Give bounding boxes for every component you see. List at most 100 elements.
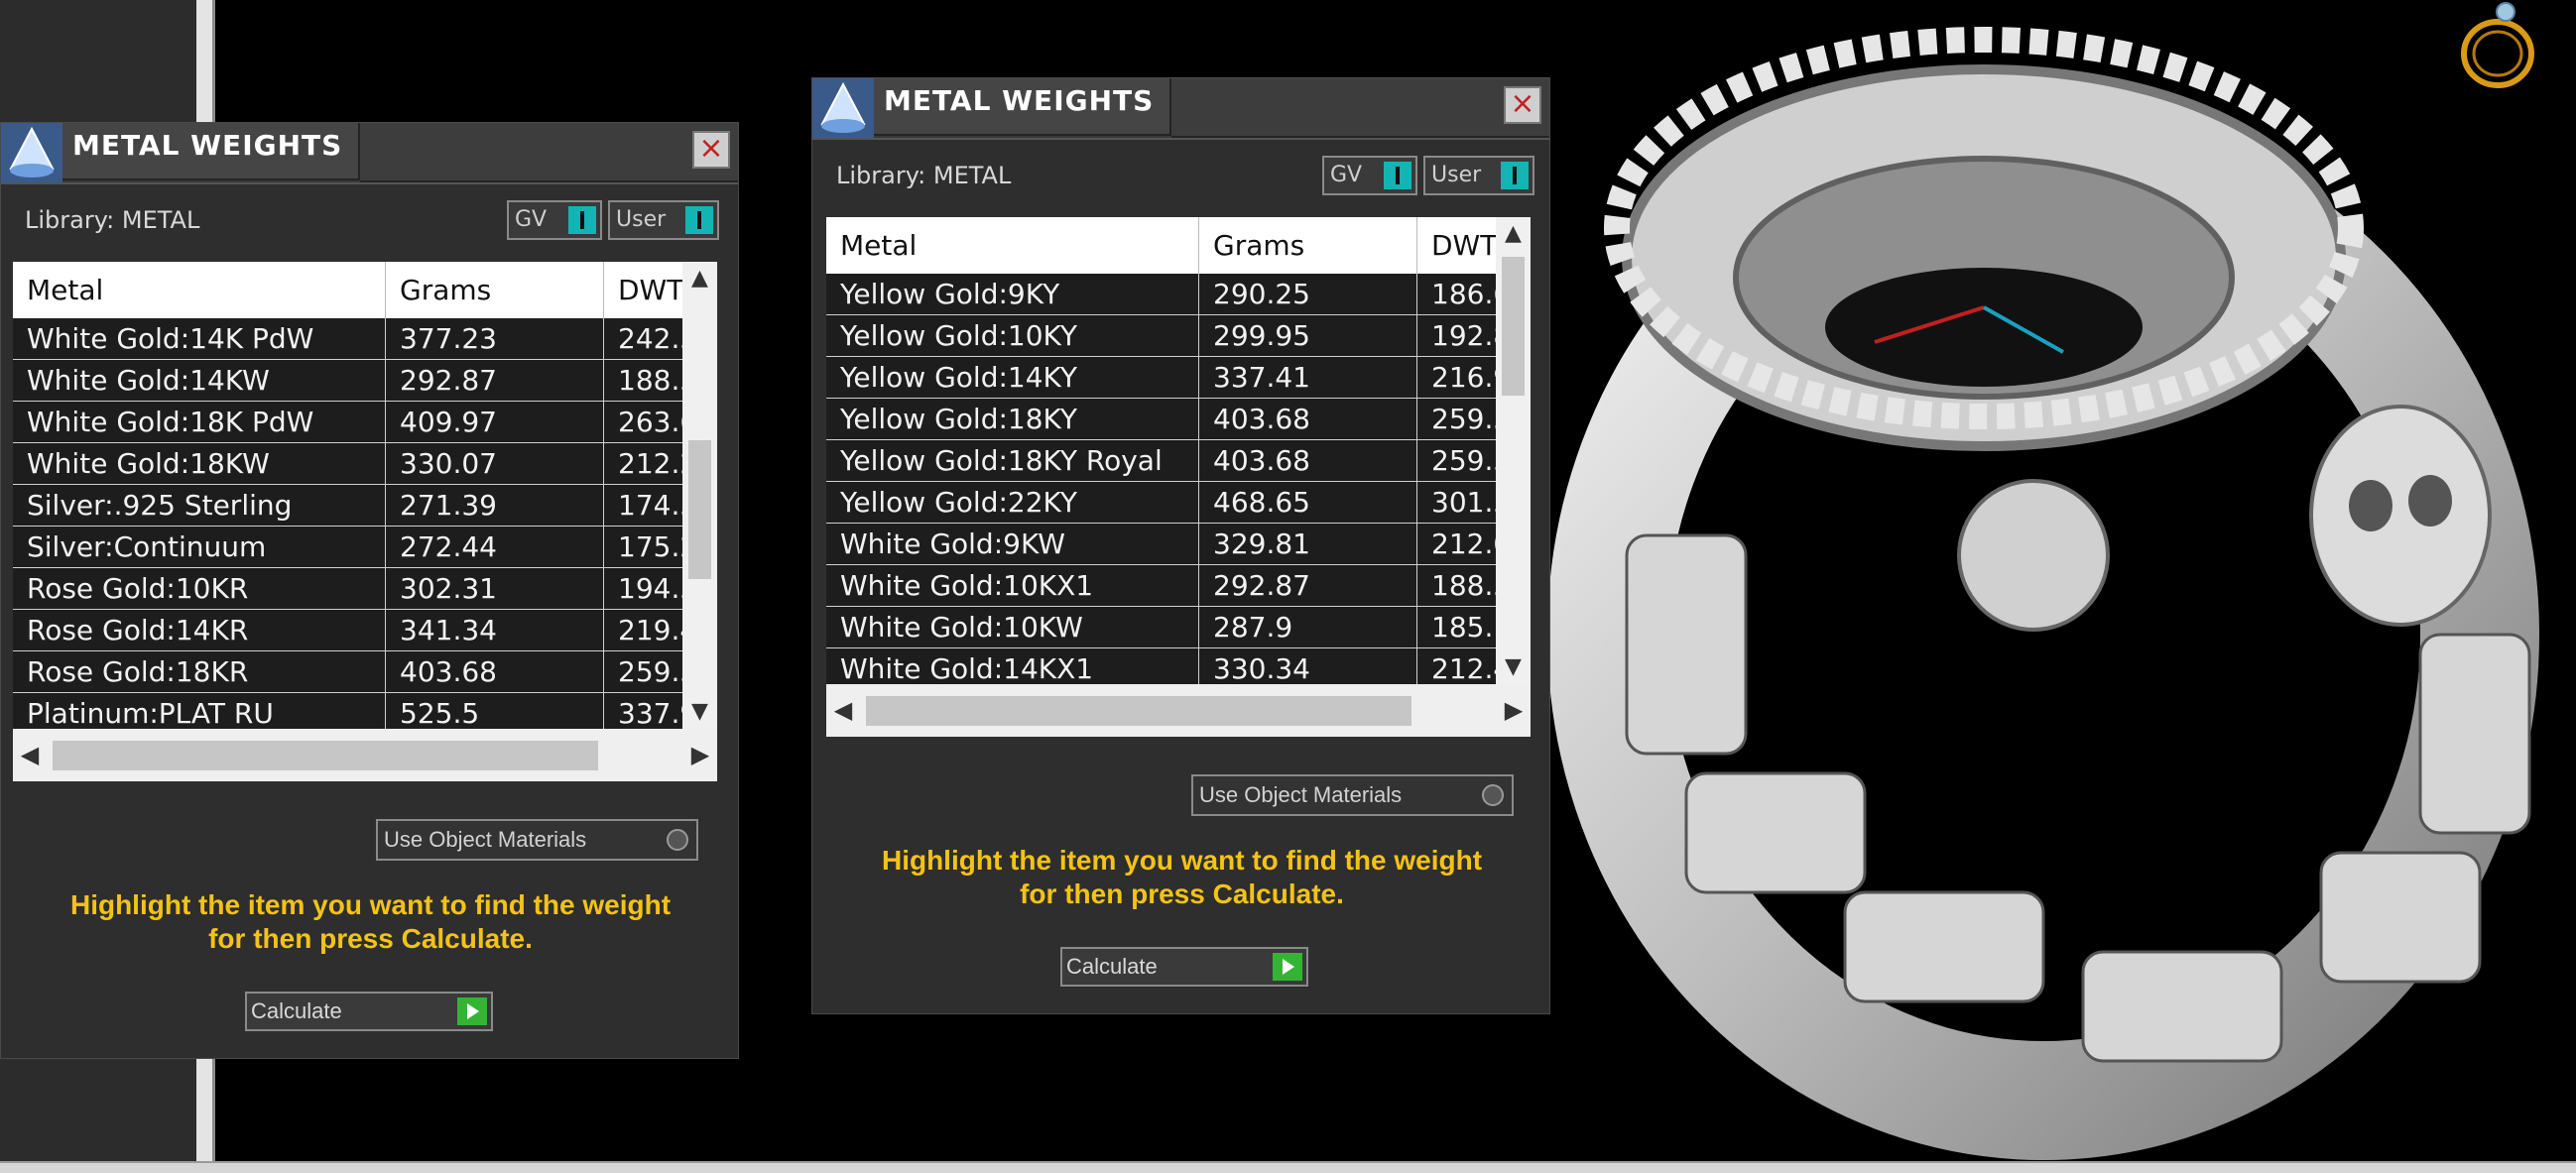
cell-metal: Yellow Gold:22KY	[826, 482, 1199, 523]
cell-grams: 403.68	[386, 651, 604, 692]
table-row[interactable]: Yellow Gold:18KY Royal403.68 259.5	[826, 440, 1496, 482]
column-header-dwt[interactable]: DWT	[604, 262, 682, 318]
table-row[interactable]: Platinum:PLAT RU525.5 337.9	[13, 693, 682, 729]
table-row[interactable]: White Gold:10KW287.9 185.1	[826, 607, 1496, 648]
library-label: Library: METAL	[836, 162, 1012, 189]
cell-metal: Rose Gold:14KR	[13, 610, 386, 650]
table-row[interactable]: Yellow Gold:18KY403.68 259.5	[826, 399, 1496, 440]
scroll-thumb[interactable]	[1502, 257, 1525, 396]
calculate-label: Calculate	[1066, 954, 1158, 979]
cell-dwt: 175.2	[618, 530, 682, 563]
user-toggle[interactable]: User	[1423, 156, 1534, 195]
gv-toggle-label: GV	[515, 207, 548, 232]
panel-header-bar	[1171, 78, 1549, 138]
table-row[interactable]: White Gold:10KX1292.87 188.3	[826, 565, 1496, 607]
use-object-materials-toggle[interactable]: Use Object Materials	[1191, 774, 1514, 816]
scroll-thumb[interactable]	[53, 741, 598, 770]
user-toggle[interactable]: User	[608, 200, 719, 240]
column-header-metal[interactable]: Metal	[826, 217, 1199, 274]
cell-dwt: 263.6	[618, 406, 682, 438]
table-row[interactable]: White Gold:9KW329.81 212.0	[826, 524, 1496, 565]
gv-toggle[interactable]: GV	[1322, 156, 1417, 195]
gv-toggle[interactable]: GV	[507, 200, 602, 240]
hint-line-1: Highlight the item you want to find the …	[69, 889, 672, 920]
table-row[interactable]: White Gold:14K PdW377.23 242.5	[13, 318, 682, 360]
close-button[interactable]: ×	[692, 131, 730, 169]
metal-table: Metal Grams DWT White Gold:14K PdW 377.23…	[13, 262, 717, 781]
cell-dwt: 186.6	[1431, 278, 1496, 310]
table-row[interactable]: White Gold:18K PdW409.97 263.6	[13, 402, 682, 443]
table-row[interactable]: Rose Gold:10KR302.31 194.3	[13, 568, 682, 610]
cell-dwt: 242.5	[618, 322, 682, 355]
table-row[interactable]: White Gold:14KX1330.34 212.4	[826, 648, 1496, 684]
vertical-scrollbar[interactable]: ▲ ▼	[1496, 217, 1531, 684]
column-header-dwt[interactable]: DWT	[1417, 217, 1496, 274]
table-row[interactable]: Silver:.925 Sterling271.39 174.5	[13, 485, 682, 527]
cell-dwt: 337.9	[618, 697, 682, 729]
calculate-button[interactable]: Calculate	[1060, 947, 1308, 987]
cell-grams: 468.65	[1199, 482, 1417, 523]
horizontal-scrollbar[interactable]: ◀ ▶	[826, 684, 1531, 737]
cell-grams: 272.44	[386, 527, 604, 567]
scroll-up-icon[interactable]: ▲	[1496, 217, 1531, 251]
play-icon	[1273, 953, 1302, 981]
use-object-materials-toggle[interactable]: Use Object Materials	[376, 819, 698, 861]
ring-icon[interactable]	[2450, 0, 2545, 99]
panel-header: METAL WEIGHTS ×	[1, 123, 738, 184]
table-row[interactable]: Yellow Gold:10KY299.95 192.8	[826, 315, 1496, 357]
scroll-right-icon[interactable]: ▶	[1497, 684, 1531, 737]
cell-metal: Silver:Continuum	[13, 527, 386, 567]
cell-dwt: 194.3	[618, 572, 682, 605]
table-row[interactable]: Yellow Gold:9KY290.25 186.6	[826, 274, 1496, 315]
cell-metal: White Gold:18KW	[13, 443, 386, 484]
cell-metal: Yellow Gold:18KY Royal	[826, 440, 1199, 481]
table-row[interactable]: Rose Gold:14KR341.34 219.4	[13, 610, 682, 651]
cell-metal: White Gold:14KX1	[826, 648, 1199, 684]
scroll-left-icon[interactable]: ◀	[826, 684, 860, 737]
scroll-left-icon[interactable]: ◀	[13, 729, 47, 781]
scroll-down-icon[interactable]: ▼	[682, 695, 717, 729]
cell-metal: Yellow Gold:18KY	[826, 399, 1199, 439]
table-row[interactable]: Rose Gold:18KR403.68 259.5	[13, 651, 682, 693]
table-row[interactable]: Yellow Gold:22KY468.65 301.3	[826, 482, 1496, 524]
column-header-grams[interactable]: Grams	[386, 262, 604, 318]
cell-grams: 341.34	[386, 610, 604, 650]
matrix-logo-icon	[1, 123, 62, 182]
cell-dwt: 259.5	[1431, 444, 1496, 477]
toggle-knob-icon	[1501, 162, 1529, 189]
scroll-up-icon[interactable]: ▲	[682, 262, 717, 295]
toggle-knob-icon	[685, 206, 713, 234]
crystal-opening	[1825, 268, 2143, 387]
column-header-grams[interactable]: Grams	[1199, 217, 1417, 274]
calculate-button[interactable]: Calculate	[245, 992, 493, 1031]
table-row[interactable]: Silver:Continuum272.44 175.2	[13, 527, 682, 568]
cell-grams: 302.31	[386, 568, 604, 609]
cell-grams: 290.25	[1199, 274, 1417, 314]
cell-dwt: 188.3	[618, 364, 682, 397]
close-button[interactable]: ×	[1504, 86, 1541, 124]
sphere-ornament	[1957, 479, 2110, 632]
scroll-down-icon[interactable]: ▼	[1496, 650, 1531, 684]
cell-dwt: 219.4	[618, 614, 682, 646]
table-row[interactable]: White Gold:14KW292.87 188.3	[13, 360, 682, 402]
scroll-thumb[interactable]	[688, 440, 711, 579]
table-row[interactable]: Yellow Gold:14KY337.41 216.9	[826, 357, 1496, 399]
table-body: Yellow Gold:9KY290.25 186.6 Yellow Gold:1…	[826, 274, 1496, 684]
scroll-thumb[interactable]	[866, 696, 1411, 726]
table-header: Metal Grams DWT	[826, 217, 1496, 274]
cell-metal: White Gold:10KW	[826, 607, 1199, 647]
cell-grams: 287.9	[1199, 607, 1417, 647]
scroll-right-icon[interactable]: ▶	[683, 729, 717, 781]
cell-metal: Yellow Gold:10KY	[826, 315, 1199, 356]
vertical-scrollbar[interactable]: ▲ ▼	[682, 262, 717, 729]
table-row[interactable]: White Gold:18KW330.07 212.2	[13, 443, 682, 485]
horizontal-scrollbar[interactable]: ◀ ▶	[13, 729, 717, 781]
panel-header: METAL WEIGHTS ×	[812, 78, 1549, 140]
column-header-metal[interactable]: Metal	[13, 262, 386, 318]
ring-3d-viewport[interactable]	[1547, 0, 2576, 1165]
skull-eye-left	[2349, 480, 2392, 531]
library-label: Library: METAL	[25, 206, 200, 234]
cell-metal: White Gold:10KX1	[826, 565, 1199, 606]
cell-metal: Silver:.925 Sterling	[13, 485, 386, 526]
hint-line-2: for then press Calculate.	[1020, 879, 1344, 909]
